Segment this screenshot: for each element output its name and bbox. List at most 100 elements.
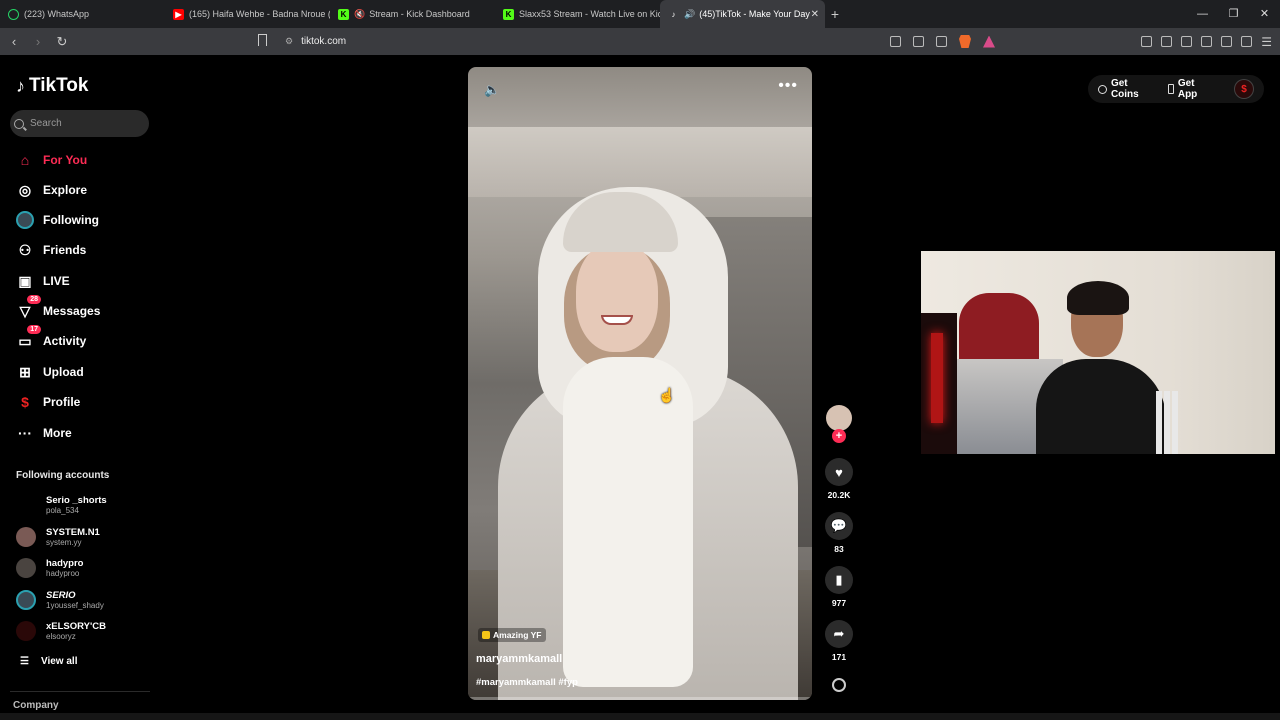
video-hashtags[interactable]: #maryammkamall #fyp	[476, 677, 578, 688]
save-count: 977	[831, 598, 847, 608]
more-options-icon[interactable]: •••	[778, 77, 798, 95]
share-icon[interactable]	[936, 36, 947, 47]
profile-avatar[interactable]: $	[1234, 79, 1254, 99]
search-input[interactable]: Search	[10, 110, 149, 137]
nav-upload[interactable]: ⊞ Upload	[16, 362, 84, 382]
youtube-icon: ▶	[173, 8, 184, 20]
wallet-icon[interactable]	[1201, 36, 1213, 47]
minimize-icon[interactable]: —	[1187, 0, 1218, 28]
bookmark-icon[interactable]	[258, 34, 267, 46]
like-button[interactable]: ♥ 20.2K	[822, 458, 856, 500]
nav-more[interactable]: ··· More	[16, 423, 72, 443]
mute-icon: 🔇	[354, 8, 366, 19]
video-author[interactable]: maryammkamall	[476, 653, 562, 665]
cast-icon[interactable]	[913, 36, 924, 47]
nav-label: For You	[43, 153, 88, 167]
brave-shields-icon[interactable]	[959, 35, 971, 48]
account-handle: hadyproo	[46, 569, 80, 578]
account-name: xELSORY'CB	[46, 621, 106, 632]
effect-tag[interactable]: Amazing YF	[478, 628, 546, 642]
tiktok-logo-icon: ♪	[16, 75, 25, 96]
account-item[interactable]: SERIO 1youssef_shady	[16, 587, 104, 613]
view-all-button[interactable]: ☰ View all	[20, 656, 77, 667]
restore-icon[interactable]: ❐	[1218, 0, 1249, 28]
company-link[interactable]: Company	[13, 700, 59, 711]
sidebar-icon[interactable]	[1181, 36, 1193, 47]
account-handle: 1youssef_shady	[46, 601, 104, 610]
following-accounts-header: Following accounts	[16, 470, 110, 481]
forward-icon[interactable]: ›	[28, 34, 48, 49]
avatar	[16, 558, 36, 578]
reload-icon[interactable]: ↻	[52, 34, 72, 50]
tab-youtube[interactable]: ▶ (165) Haifa Wehbe - Badna Nroue (O	[165, 0, 330, 28]
comment-count: 83	[834, 544, 844, 554]
video-player[interactable]: 🔈 ••• Amazing YF maryammkamall #maryammk…	[468, 67, 812, 700]
menu-icon[interactable]: ☰	[1261, 35, 1272, 49]
get-coins-label: Get Coins	[1110, 78, 1139, 100]
account-item[interactable]: hadypro hadyproo	[16, 555, 83, 581]
music-icon[interactable]	[1161, 36, 1173, 47]
webcam-pc	[921, 313, 957, 454]
get-app-button[interactable]: Get App	[1167, 78, 1216, 100]
nav-live[interactable]: ▣ LIVE	[16, 271, 69, 291]
nav-explore[interactable]: ◎ Explore	[16, 180, 87, 200]
nav-profile[interactable]: $ Profile	[16, 392, 80, 412]
browser-tab-bar: (223) WhatsApp ▶ (165) Haifa Wehbe - Bad…	[0, 0, 1280, 28]
account-item[interactable]: Serio _shorts pola_534	[16, 492, 107, 518]
tab-title: (45)TikTok - Make Your Day	[699, 9, 810, 19]
search-icon	[14, 118, 24, 129]
no-translate-icon[interactable]	[890, 36, 901, 47]
tab-kick-dashboard[interactable]: K 🔇 Stream - Kick Dashboard	[330, 0, 495, 28]
share-arrow-icon: ➦	[825, 620, 853, 648]
nav-friends[interactable]: ⚇ Friends	[16, 240, 87, 260]
compass-icon: ◎	[18, 181, 32, 198]
account-handle: system.yy	[46, 538, 82, 547]
tiktok-logo[interactable]: ♪ TikTok	[16, 75, 88, 97]
tab-tiktok[interactable]: ♪ 🔊 (45)TikTok - Make Your Day ✕	[660, 0, 825, 28]
comment-button[interactable]: 💬 83	[822, 512, 856, 554]
kick-icon: K	[503, 8, 514, 20]
tab-title: Slaxx53 Stream - Watch Live on Kick	[519, 9, 660, 19]
tab-title: Stream - Kick Dashboard	[369, 9, 470, 19]
tab-whatsapp[interactable]: (223) WhatsApp	[0, 0, 165, 28]
view-all-label: View all	[40, 656, 78, 667]
nav-label: Profile	[43, 395, 81, 409]
heart-icon: ♥	[825, 458, 853, 486]
share-button[interactable]: ➦ 171	[822, 620, 856, 662]
nav-label: Explore	[43, 183, 88, 197]
new-tab-button[interactable]: +	[825, 6, 845, 22]
creator-avatar[interactable]	[826, 405, 852, 431]
video-figure	[601, 315, 633, 325]
nav-for-you[interactable]: ⌂ For You	[16, 150, 87, 170]
follow-plus-icon[interactable]: +	[832, 429, 846, 443]
account-handle: elsooryz	[46, 632, 76, 641]
phone-icon	[1167, 84, 1174, 94]
close-window-icon[interactable]: ✕	[1249, 0, 1280, 28]
url-field[interactable]: ⚙ tiktok.com	[285, 28, 346, 55]
account-name: Serio _shorts	[46, 495, 107, 506]
music-disc-icon[interactable]	[832, 678, 846, 692]
tab-kick-stream[interactable]: K Slaxx53 Stream - Watch Live on Kick	[495, 0, 660, 28]
close-tab-icon[interactable]: ✕	[811, 9, 819, 20]
nav-following[interactable]: Following	[16, 210, 99, 230]
pointer-cursor-icon: ☝	[658, 387, 676, 403]
save-button[interactable]: ▮ 977	[822, 566, 856, 608]
volume-icon[interactable]: 🔈	[484, 82, 500, 98]
nav-activity[interactable]: ▭ 17 Activity	[16, 325, 86, 351]
brave-rewards-icon[interactable]	[983, 35, 995, 48]
account-item[interactable]: SYSTEM.N1 system.yy	[16, 524, 100, 550]
back-icon[interactable]: ‹	[4, 34, 24, 49]
screenshot-icon[interactable]	[1141, 36, 1153, 47]
coin-icon	[1098, 84, 1107, 94]
account-item[interactable]: xELSORY'CB elsooryz	[16, 618, 106, 644]
site-info-icon[interactable]: ⚙	[285, 28, 293, 55]
avatar	[16, 495, 36, 515]
avatar	[16, 527, 36, 547]
nav-messages[interactable]: ▽ 28 Messages	[16, 295, 100, 321]
video-progress-bar[interactable]	[468, 697, 812, 700]
vpn-icon[interactable]	[1241, 36, 1253, 47]
search-placeholder: Search	[30, 118, 62, 129]
window-controls: — ❐ ✕	[1187, 0, 1280, 28]
get-coins-button[interactable]: Get Coins	[1098, 78, 1158, 100]
leo-ai-icon[interactable]	[1221, 36, 1233, 47]
